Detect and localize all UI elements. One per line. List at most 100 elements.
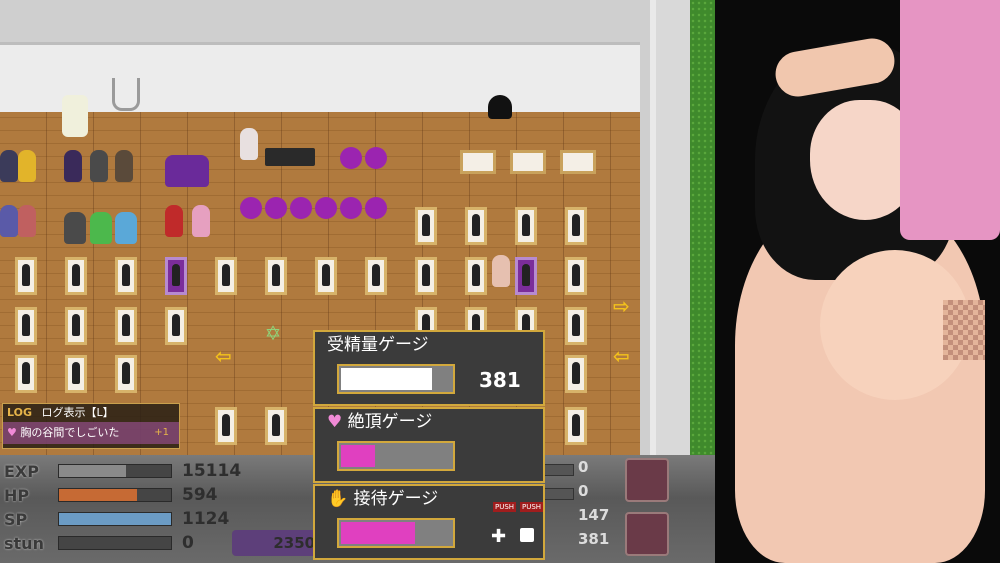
poster-card[interactable] [565,257,587,295]
service-gauge-box: ✋ 接待ゲージ PUSH PUSH ✚ [313,484,545,560]
npc-sprite[interactable] [0,150,18,182]
poster-card[interactable] [65,307,87,345]
stat-label: EXP [4,461,39,481]
painting-icon [560,150,596,174]
poster-card[interactable] [465,207,487,245]
poster-card[interactable] [515,207,537,245]
npc-sprite[interactable] [90,150,108,182]
push-label: PUSH [520,502,544,512]
npc-sprite[interactable] [18,150,36,182]
heart-icon: ♥ [327,412,343,432]
stat-label: SP [4,509,28,529]
side-value: 0 [578,458,589,476]
poster-card[interactable] [565,407,587,445]
npc-sprite[interactable] [0,205,18,237]
stat-row-stun: stun 0 [4,533,252,553]
poster-card[interactable] [165,307,187,345]
skill-hand-icon[interactable] [625,458,669,502]
poster-card[interactable] [15,257,37,295]
slime-sprite[interactable] [115,212,137,244]
log-panel[interactable]: LOG ログ表示【L】 ♥ 胸の谷間でしごいた +1 [2,403,180,449]
climax-gauge-box: ♥ 絶頂ゲージ [313,407,545,483]
stat-value: 15114 [182,461,242,481]
hand-icon: ✋ [327,489,349,509]
pipe-icon [112,78,140,111]
semen-gauge-box: 受精量ゲージ 381 [313,330,545,406]
speech-bubble-icon [365,197,387,219]
semen-gauge-bar [337,364,455,394]
poster-card[interactable] [15,307,37,345]
stat-bar [58,488,172,502]
log-title: ログ表示【L】 [41,406,114,419]
arrow-left-icon[interactable]: ⇦ [215,346,232,366]
poster-card[interactable] [165,257,187,295]
speech-bubble-icon [315,197,337,219]
poster-card[interactable] [215,407,237,445]
semen-gauge-title: 受精量ゲージ [327,335,429,355]
poster-card[interactable] [115,307,137,345]
magic-circle-icon[interactable]: ✡ [262,322,284,344]
npc-sprite[interactable] [18,205,36,237]
stat-label: HP [4,485,30,505]
partner-figure [900,0,1000,240]
poster-card[interactable] [415,257,437,295]
npc-sprite[interactable] [115,150,133,182]
speech-bubble-icon [265,197,287,219]
poster-card[interactable] [315,257,337,295]
painting-icon [460,150,496,174]
side-value: 147 [578,506,610,524]
toilet-icon [62,95,88,137]
log-tag: LOG [7,406,32,419]
arrow-right-icon[interactable]: ⇨ [613,296,630,316]
poster-card[interactable] [515,257,537,295]
poster-card[interactable] [365,257,387,295]
poster-card[interactable] [65,355,87,393]
cg-panel [715,0,1000,563]
painting-icon [510,150,546,174]
square-button-icon[interactable] [520,528,534,542]
speech-bubble-icon [240,197,262,219]
poster-card[interactable] [565,207,587,245]
stat-fill [59,489,138,501]
npc-sprite[interactable] [192,205,210,237]
npc-sprite[interactable] [165,205,183,237]
dpad-icon[interactable]: ✚ [491,526,506,547]
arrow-left-icon[interactable]: ⇦ [613,346,630,366]
stat-value: 1124 [182,509,230,529]
poster-card[interactable] [15,355,37,393]
speech-bubble-icon [365,147,387,169]
poster-card[interactable] [115,355,137,393]
poster-card[interactable] [415,207,437,245]
stat-bar [58,512,172,526]
speech-bubble-icon [340,197,362,219]
tentacle-monster-sprite[interactable] [165,155,209,187]
log-bonus: +1 [154,427,169,438]
heart-icon: ♥ [7,426,17,439]
npc-sprite[interactable] [492,255,510,287]
poster-card[interactable] [215,257,237,295]
climax-gauge-bar [337,441,455,471]
log-header[interactable]: LOG ログ表示【L】 [3,404,179,422]
stat-bar [58,536,172,550]
skill-burst-icon[interactable] [625,512,669,556]
npc-sprite[interactable] [240,128,258,160]
poster-card[interactable] [565,355,587,393]
service-gauge-label: 接待ゲージ [353,489,439,509]
poster-card[interactable] [265,407,287,445]
stat-fill [59,465,127,477]
grass [690,0,715,455]
poster-card[interactable] [465,257,487,295]
stat-row-sp: SP 1124 [4,509,252,529]
slime-sprite[interactable] [90,212,112,244]
side-bar [542,488,574,500]
poster-card[interactable] [115,257,137,295]
climax-gauge-fill [341,445,376,467]
poster-card[interactable] [565,307,587,345]
side-bar [542,464,574,476]
side-value: 381 [578,530,610,548]
slime-sprite[interactable] [64,212,86,244]
game-screen: ✡ ⇦ ⇨ ⇦ LOG ログ表示【L】 ♥ 胸の谷間でしごいた +1 EXP 1… [0,0,1000,563]
poster-card[interactable] [265,257,287,295]
npc-sprite[interactable] [64,150,82,182]
poster-card[interactable] [65,257,87,295]
